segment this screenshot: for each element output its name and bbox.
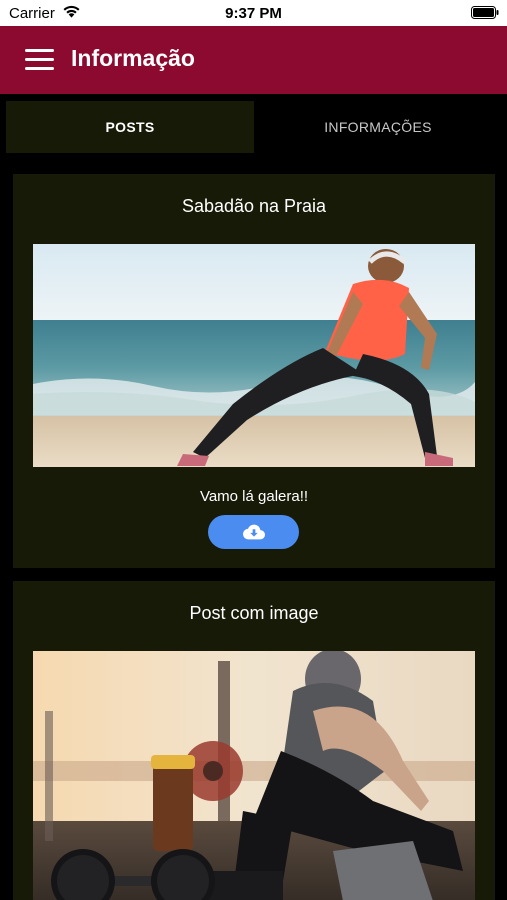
post-image-gym bbox=[33, 651, 475, 900]
post-text: Vamo lá galera!! bbox=[199, 488, 309, 505]
post-card: Sabadão na Praia Vamo lá galera!! bbox=[13, 174, 495, 568]
page-title: Informação bbox=[71, 45, 195, 71]
tab-bar: POSTS INFORMAÇÕES bbox=[0, 94, 507, 160]
tab-informacoes[interactable]: INFORMAÇÕES bbox=[254, 101, 502, 153]
post-title: Sabadão na Praia bbox=[181, 196, 327, 216]
post-image-beach bbox=[33, 244, 475, 467]
hamburger-menu-icon[interactable] bbox=[25, 49, 55, 71]
post-card: Post com image bbox=[13, 581, 495, 900]
app-bar: Informação bbox=[0, 26, 507, 94]
download-button[interactable] bbox=[208, 515, 299, 549]
battery-icon bbox=[471, 6, 499, 19]
cloud-download-icon bbox=[242, 524, 265, 540]
status-bar: Carrier 9:37 PM bbox=[0, 0, 507, 26]
tab-posts[interactable]: POSTS bbox=[6, 101, 254, 153]
status-time: 9:37 PM bbox=[225, 5, 282, 22]
post-title: Post com image bbox=[189, 603, 319, 623]
